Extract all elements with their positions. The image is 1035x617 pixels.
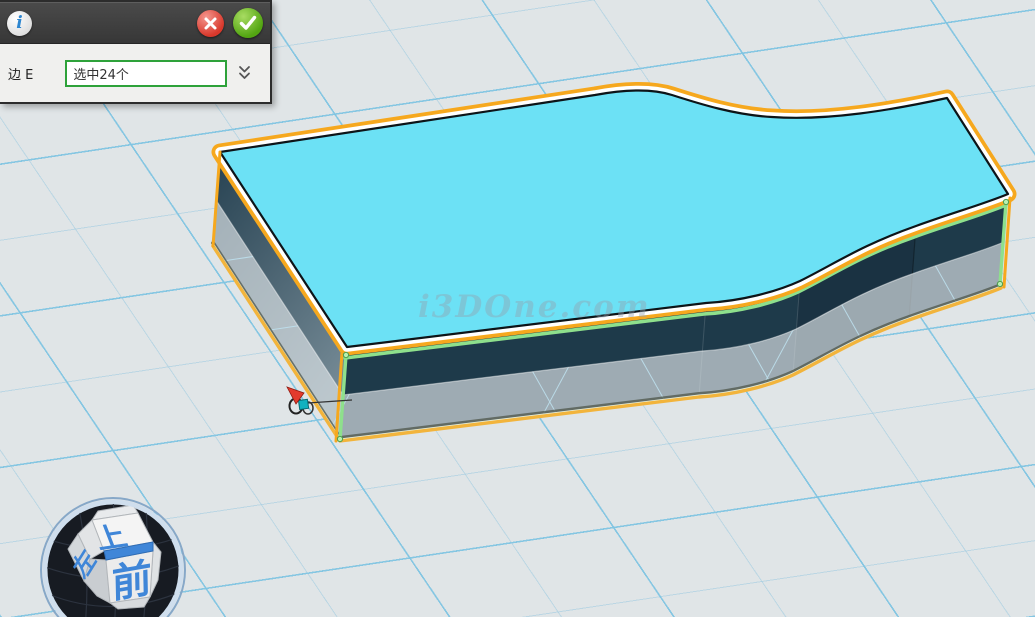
close-icon[interactable] [197,10,224,37]
edge-field-label: 边 E [8,64,33,83]
view-cube[interactable]: 上 前 左 [41,498,185,617]
double-chevron-down-icon[interactable] [237,64,252,82]
dialog-body: 边 E [0,44,270,102]
cad-application: { "dialog": { "info_glyph": "i", "field_… [0,0,1035,617]
edge-selection-input[interactable] [65,60,227,87]
info-glyph: i [16,13,22,33]
watermark-text: i3DOne.com [418,289,651,325]
view-cube-front-label[interactable]: 前 [111,554,152,607]
confirm-icon[interactable] [233,8,263,38]
dialog-titlebar[interactable]: i [0,2,270,44]
edge-selection-dialog: i 边 E [0,0,272,104]
info-icon: i [7,11,32,36]
